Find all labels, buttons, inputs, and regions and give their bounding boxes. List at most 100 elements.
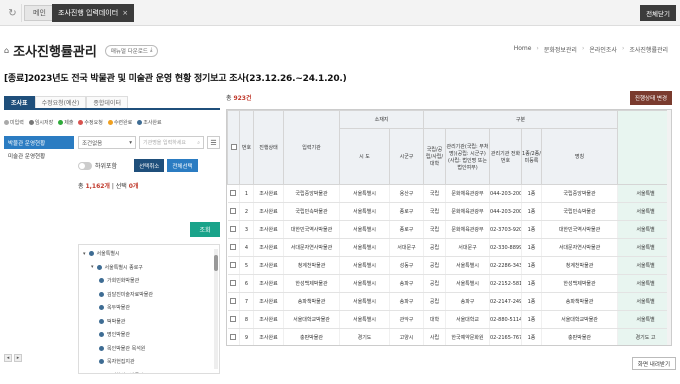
tab-main[interactable]: 메인 (24, 5, 55, 21)
header-name[interactable]: 명칭 (540, 128, 619, 185)
table-cell: 국립중앙박물관 (283, 184, 340, 203)
header-phone[interactable]: 관리기관 전화번호 (489, 128, 522, 185)
legend-label: 임시저장 (34, 120, 54, 126)
header-national[interactable]: 국립/공립/사립/대학 (423, 128, 446, 185)
table-cell: 공립 (423, 274, 446, 293)
search-icon[interactable]: ⌕ (197, 140, 200, 146)
select-all-button[interactable]: 전체선택 (167, 159, 198, 172)
tab-combined-data[interactable]: 종합데이터 (86, 96, 128, 108)
row-checkbox[interactable] (230, 243, 237, 250)
status-dot-icon (99, 278, 104, 284)
cancel-selection-button[interactable]: 선택취소 (134, 159, 165, 172)
header-org[interactable]: 입력기관 (283, 110, 340, 185)
survey-title: [종료]2023년도 전국 박물관 및 미술관 운영 현황 정기보고 조사(23… (4, 74, 347, 84)
tree-node[interactable]: 가회민화박물관 (79, 274, 219, 288)
org-search-input[interactable]: 기관명을 입력하세요 ⌕ (139, 136, 204, 149)
table-cell: 서울특별 (617, 292, 671, 311)
row-checkbox[interactable] (230, 261, 237, 268)
table-cell: 사립 (423, 328, 446, 345)
row-checkbox[interactable] (230, 225, 237, 232)
chevron-down-icon: ▾ (129, 139, 132, 146)
menu-item-museum[interactable]: 박물관 운영현황 (4, 136, 74, 149)
table-cell: 경기도 고 (617, 328, 671, 345)
menu-item-gallery[interactable]: 미술관 운영현황 (4, 149, 74, 162)
change-status-button[interactable]: 진행상태 변경 (629, 91, 672, 105)
table-row[interactable]: 3 조사완료 대한민국역사박물관 서울특별시 종로구 국립 문화체육관광부 02-3703-9… (227, 220, 671, 239)
manual-download-button[interactable]: 매뉴얼 다운로드 ⤓ (104, 44, 159, 57)
header-agency[interactable]: 관리기관(국립: 부처명)(공립: 시군구)(사립: 법인명 또는 법인여부) (445, 128, 490, 185)
select-all-checkbox[interactable] (230, 143, 237, 150)
table-cell: 02-330-8899 (489, 238, 522, 257)
table-row[interactable]: 7조사완료송파책박물관서울특별시송파구공립송파구02-2147-24901종송파… (227, 292, 671, 311)
row-checkbox[interactable] (230, 207, 237, 214)
tree-node[interactable]: 김달진미술자료박물관 (79, 288, 219, 302)
breadcrumb-item[interactable]: 온라인조사 (589, 45, 617, 54)
grid-scrollbar[interactable] (667, 110, 671, 345)
header-no[interactable]: 번호 (239, 110, 254, 185)
row-checkbox-cell (227, 202, 240, 221)
header-sigungu[interactable]: 시군구 (389, 128, 424, 185)
chevron-down-icon[interactable]: ▾ (83, 251, 86, 257)
include-sub-toggle[interactable] (78, 161, 92, 170)
row-checkbox[interactable] (230, 189, 237, 196)
row-checkbox[interactable] (230, 333, 237, 340)
header-status[interactable]: 진행상태 (253, 110, 284, 185)
tree-node-label: 떡박물관 (107, 318, 126, 325)
table-cell: 서대문자연사박물관 (283, 238, 340, 257)
breadcrumb-home[interactable]: Home (514, 45, 532, 54)
table-cell: 1종 (521, 220, 542, 239)
table-row[interactable]: 4 조사완료 서대문자연사박물관 서울특별시 서대문구 공립 서대문구 02-330-8899… (227, 238, 671, 257)
search-button[interactable]: 조회 (190, 222, 220, 237)
left-panel: 조사표 수정요청(예산) 종합데이터 미입력 임시저장 제출 수정요청 수련완료 조사완료… (4, 96, 220, 374)
next-arrow-icon[interactable]: ▸ (14, 354, 22, 362)
header-type[interactable]: 1종/2종/미등록 (521, 128, 542, 185)
row-checkbox[interactable] (230, 279, 237, 286)
tab-survey-progress[interactable]: 조사진행 입력데이터 × (52, 4, 135, 22)
close-tab-icon[interactable]: × (122, 9, 128, 17)
table-cell: 1종 (521, 328, 542, 345)
table-cell: 조사완료 (253, 310, 284, 329)
tree-node[interactable]: 옥두박물관 (79, 301, 219, 315)
close-all-button[interactable]: 전체닫기 (640, 5, 676, 21)
condition-select[interactable]: 조건없음 ▾ (78, 136, 136, 149)
tree-node[interactable]: 떡박물관 (79, 315, 219, 329)
table-cell: 7 (239, 292, 254, 311)
table-cell: 충판박물관 (541, 328, 619, 345)
table-cell: 02-2152-5812 (489, 274, 522, 293)
table-cell: 서울특별시 (339, 220, 390, 239)
header-sido[interactable]: 시 도 (339, 128, 390, 185)
table-row[interactable]: 6조사완료한성백제박물관서울특별시송파구공립서울특별시02-2152-58121… (227, 274, 671, 293)
table-row[interactable]: 9조사완료충판박물관경기도고양시사립한국예약문화원02-2165-76771종충… (227, 328, 671, 345)
header-location: 소재지 (339, 110, 424, 129)
table-row[interactable]: 5조사완료청계천박물관서울특별시성동구공립서울특별시02-2286-34301종… (227, 256, 671, 275)
tree-scrollbar[interactable] (214, 249, 218, 369)
tree-node-label: 옥두박물관 (107, 305, 131, 312)
result-grid: 번호 진행상태 입력기관 소재지 구분 시 도 시군구 국립/공립/사립/대학 … (226, 109, 672, 346)
table-cell: 성동구 (389, 256, 424, 275)
tree-scroll-thumb[interactable] (214, 255, 218, 271)
table-cell: 서대문자연사박물관 (541, 238, 619, 257)
table-cell: 공립 (423, 238, 446, 257)
tree-node[interactable]: ▾ 서울특별시 (79, 247, 219, 261)
screen-download-button[interactable]: 화면 내려받기 (631, 357, 676, 370)
row-checkbox-cell (227, 220, 240, 239)
row-checkbox[interactable] (230, 315, 237, 322)
table-cell: 대한민국역사박물관 (541, 220, 619, 239)
table-row[interactable]: 8 조사완료 서울대학교박물관 서울특별시 관악구 대학 서울대학교 02-880-5114 1… (227, 310, 671, 329)
breadcrumb-item[interactable]: 문화정보관리 (544, 45, 577, 54)
filter-icon[interactable]: ☰ (207, 136, 220, 149)
tab-survey-form[interactable]: 조사표 (4, 96, 35, 108)
chevron-down-icon[interactable]: ▾ (91, 264, 94, 270)
refresh-icon[interactable]: ↻ (4, 4, 22, 22)
prev-arrow-icon[interactable]: ◂ (4, 354, 12, 362)
page-title: 조사진행률관리 (13, 45, 97, 60)
table-row[interactable]: 2조사완료국립민속박물관서울특별시종로구국립문화체육관광부044-203-200… (227, 202, 671, 221)
tree-node[interactable]: 명인박물관 (79, 328, 219, 342)
row-checkbox[interactable] (230, 297, 237, 304)
tree-node[interactable]: ▾ 서울특별시 종로구 (79, 261, 219, 275)
table-row[interactable]: 1조사완료국립중앙박물관서울특별시용산구국립문화체육관광부044-203-200… (227, 184, 671, 203)
table-cell: 조사완료 (253, 238, 284, 257)
table-cell: 국립중앙박물관 (541, 184, 619, 203)
table-cell: 044-203-2000 (489, 184, 522, 203)
tab-edit-request[interactable]: 수정요청(예산) (34, 96, 87, 108)
